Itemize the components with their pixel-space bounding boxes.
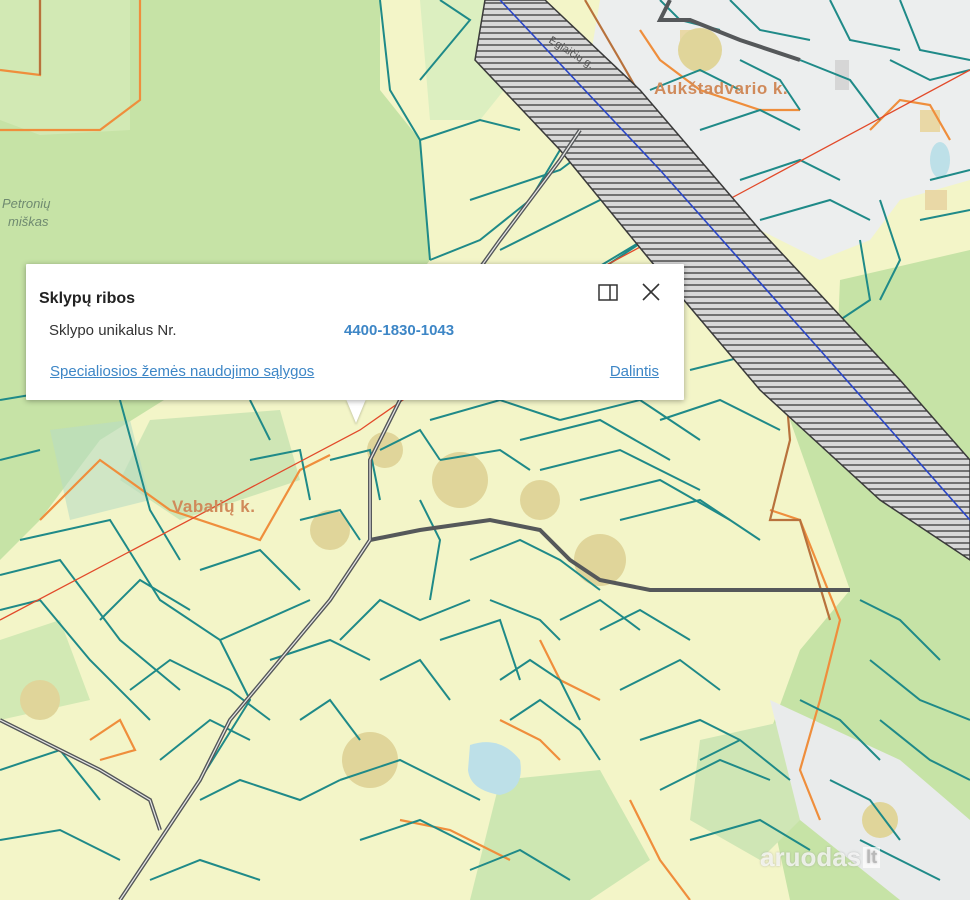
watermark-logo: aruodas lt — [760, 842, 881, 873]
special-conditions-link[interactable]: Specialiosios žemės naudojimo sąlygos — [50, 363, 314, 380]
watermark-text: aruodas — [760, 842, 862, 872]
popup-title: Sklypų ribos — [39, 290, 136, 307]
parcel-id-value: 4400-1830-1043 — [344, 322, 455, 339]
village-label-vabaliai: Vabalių k. — [172, 497, 255, 516]
dock-side-icon[interactable] — [597, 282, 619, 304]
parcel-id-label: Sklypo unikalus Nr. — [49, 322, 177, 339]
forest-label-line-2: miškas — [8, 214, 49, 229]
forest-label-line-1: Petronių — [2, 196, 50, 211]
cadastral-map[interactable]: Aukštadvario k. Vabalių k. Petronių mišk… — [0, 0, 970, 900]
watermark-suffix: lt — [863, 847, 881, 868]
parcel-info-popup: Sklypų ribos Sklypo unikalus Nr. 4400-18… — [26, 264, 684, 400]
share-link[interactable]: Dalintis — [610, 363, 659, 380]
close-icon[interactable] — [640, 281, 662, 303]
village-label-aukstadvaris: Aukštadvario k. — [654, 79, 788, 98]
popup-pointer — [346, 399, 366, 423]
